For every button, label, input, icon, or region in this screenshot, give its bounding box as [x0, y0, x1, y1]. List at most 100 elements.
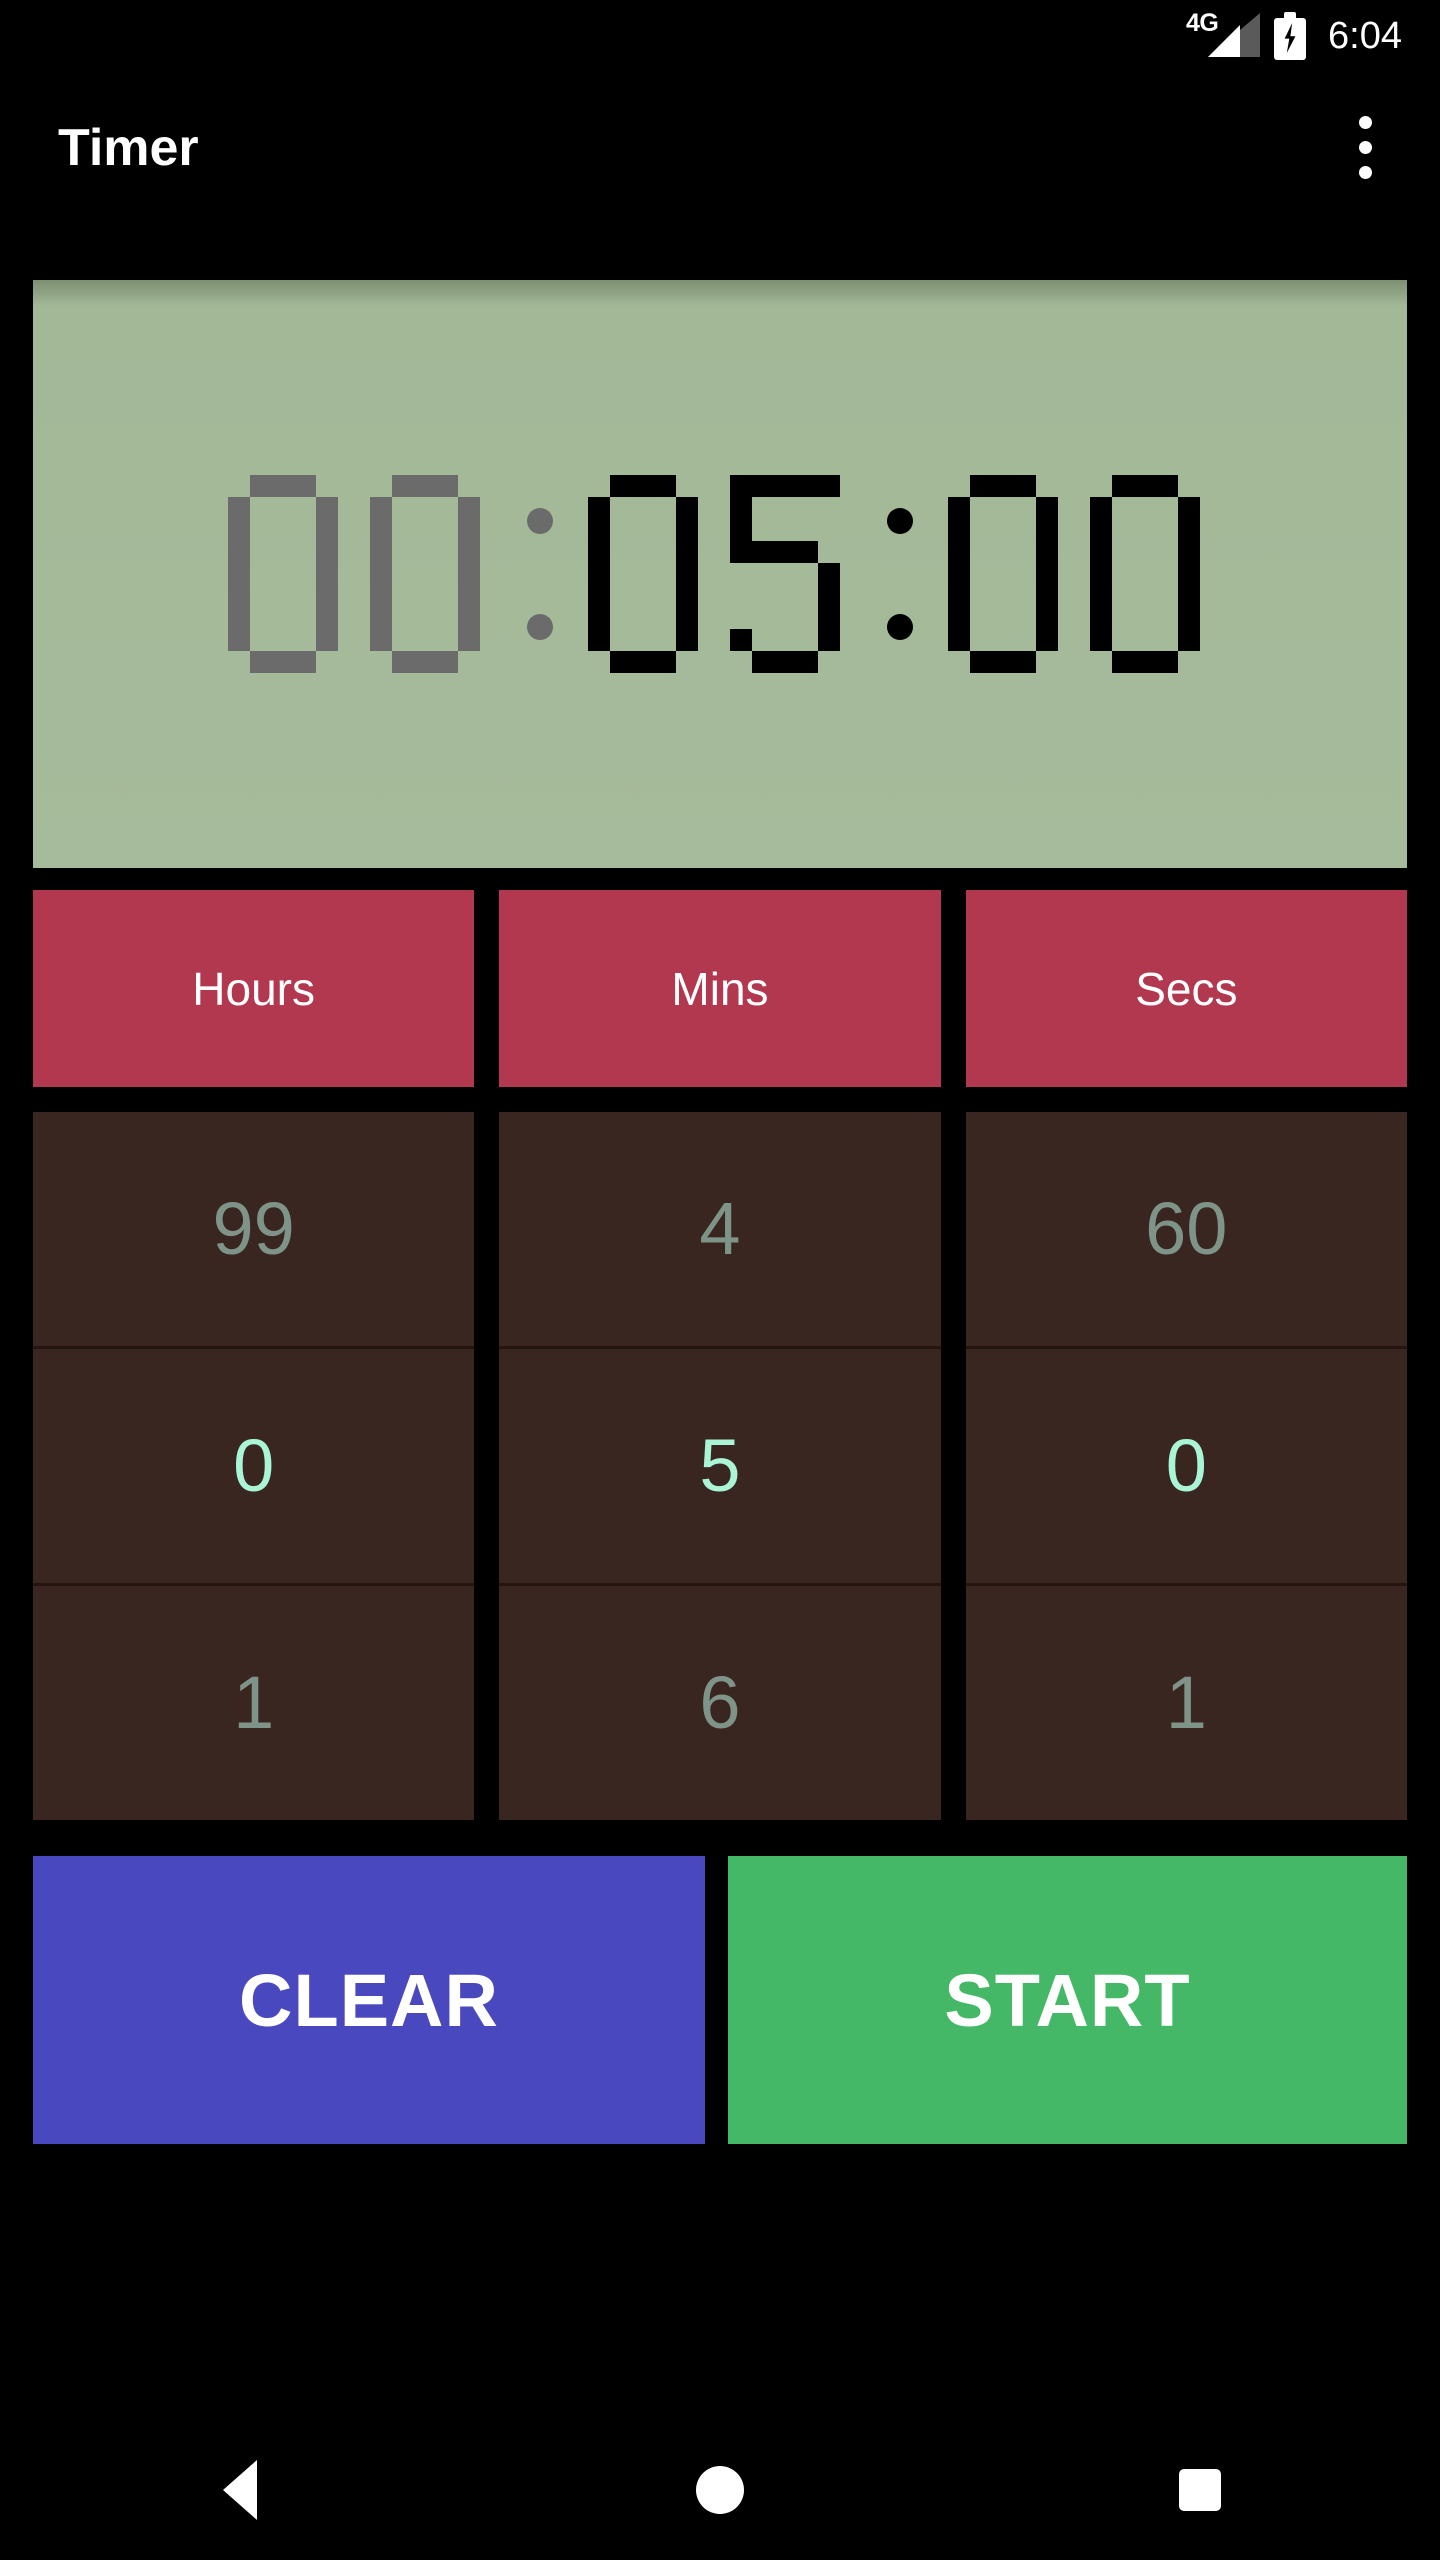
lcd-pixel	[228, 519, 250, 541]
picker-cell-selected[interactable]: 5	[499, 1346, 941, 1586]
picker-value: 5	[699, 1424, 741, 1507]
lcd-pixel	[272, 475, 294, 497]
signal-triangle-icon: 4G	[1186, 11, 1261, 59]
lcd-pixel	[316, 541, 338, 563]
lcd-pixel	[1178, 497, 1200, 519]
lcd-pixel	[948, 563, 970, 585]
picker-cell-next[interactable]: 1	[965, 1586, 1407, 1820]
lcd-pixel	[458, 563, 480, 585]
status-bar-clock: 6:04	[1328, 15, 1402, 57]
lcd-pixel	[458, 497, 480, 519]
recents-square-icon[interactable]	[1120, 2420, 1280, 2560]
lcd-pixel	[730, 519, 752, 541]
lcd-pixel	[1178, 519, 1200, 541]
picker-cell-next[interactable]: 6	[499, 1586, 941, 1820]
lcd-pixel	[1090, 563, 1112, 585]
lcd-pixel	[1178, 607, 1200, 629]
lcd-pixel	[250, 651, 272, 673]
picker-cell-previous[interactable]: 4	[499, 1112, 941, 1346]
lcd-pixel	[948, 497, 970, 519]
lcd-pixel	[458, 629, 480, 651]
lcd-pixel	[588, 541, 610, 563]
lcd-pixel	[676, 497, 698, 519]
lcd-pixel	[1134, 475, 1156, 497]
start-button[interactable]: START	[728, 1856, 1407, 2144]
lcd-pixel	[1112, 475, 1134, 497]
lcd-pixel	[316, 497, 338, 519]
unit-button-label: Hours	[192, 962, 316, 1015]
lcd-pixel	[752, 475, 774, 497]
lcd-pixel	[370, 563, 392, 585]
lcd-pixel	[1112, 651, 1134, 673]
recents-glyph	[1179, 2469, 1221, 2511]
unit-button-hours[interactable]: Hours	[33, 890, 475, 1087]
lcd-digit-group	[218, 475, 502, 673]
overflow-dot	[1358, 165, 1372, 179]
clear-button[interactable]: CLEAR	[33, 1856, 705, 2144]
lcd-pixel	[392, 651, 414, 673]
lcd-pixel	[1090, 541, 1112, 563]
unit-button-label: Mins	[671, 962, 769, 1015]
lcd-digit	[940, 475, 1078, 673]
lcd-pixel	[610, 475, 632, 497]
lcd-pixel	[774, 651, 796, 673]
lcd-pixel	[1036, 497, 1058, 519]
lcd-pixel	[370, 541, 392, 563]
lcd-pixel	[654, 651, 676, 673]
lcd-pixel	[414, 651, 436, 673]
lcd-pixel	[1178, 585, 1200, 607]
lcd-digit	[1082, 475, 1220, 673]
picker-value: 1	[233, 1661, 275, 1744]
lcd-pixel	[228, 563, 250, 585]
lcd-pixel	[752, 541, 774, 563]
lcd-pixel	[632, 651, 654, 673]
picker-hours[interactable]: 99 0 1	[33, 1112, 475, 1820]
lcd-pixel	[1036, 629, 1058, 651]
system-nav-bar	[0, 2420, 1440, 2560]
lcd-pixel	[730, 629, 752, 651]
picker-value: 0	[233, 1424, 275, 1507]
lcd-pixel	[796, 541, 818, 563]
lcd-pixel	[316, 629, 338, 651]
lcd-pixel	[1036, 607, 1058, 629]
back-triangle-icon[interactable]	[160, 2420, 320, 2560]
home-circle-icon[interactable]	[640, 2420, 800, 2560]
lcd-pixel	[458, 585, 480, 607]
lcd-pixel	[588, 563, 610, 585]
overflow-dot	[1358, 115, 1372, 129]
picker-cell-previous[interactable]: 99	[33, 1112, 475, 1346]
unit-button-label: Secs	[1135, 962, 1238, 1015]
picker-cell-selected[interactable]: 0	[965, 1346, 1407, 1586]
lcd-pixel	[588, 629, 610, 651]
picker-cell-previous[interactable]: 60	[965, 1112, 1407, 1346]
lcd-pixel	[818, 475, 840, 497]
unit-button-secs[interactable]: Secs	[965, 890, 1407, 1087]
lcd-pixel	[1090, 585, 1112, 607]
lcd-pixel	[458, 607, 480, 629]
lcd-pixel	[588, 585, 610, 607]
lcd-pixel	[610, 651, 632, 673]
picker-secs[interactable]: 60 0 1	[965, 1112, 1407, 1820]
lcd-pixel	[1090, 519, 1112, 541]
unit-button-mins[interactable]: Mins	[499, 890, 941, 1087]
lcd-digit	[580, 475, 718, 673]
lcd-digit	[220, 475, 358, 673]
lcd-pixel	[1036, 541, 1058, 563]
lcd-pixel	[676, 541, 698, 563]
lcd-pixel	[228, 497, 250, 519]
picker-mins[interactable]: 4 5 6	[499, 1112, 941, 1820]
lcd-pixel	[392, 475, 414, 497]
lcd-pixel	[588, 607, 610, 629]
more-vertical-icon[interactable]	[1330, 108, 1400, 186]
picker-value: 0	[1165, 1424, 1207, 1507]
lcd-pixel	[948, 607, 970, 629]
picker-cell-selected[interactable]: 0	[33, 1346, 475, 1586]
timer-lcd-display	[33, 280, 1407, 868]
colon-dot	[527, 508, 553, 534]
lcd-pixel	[1156, 475, 1178, 497]
picker-cell-next[interactable]: 1	[33, 1586, 475, 1820]
lcd-pixel	[1036, 563, 1058, 585]
lcd-pixel	[818, 585, 840, 607]
back-glyph	[223, 2460, 257, 2520]
picker-value: 6	[699, 1661, 741, 1744]
